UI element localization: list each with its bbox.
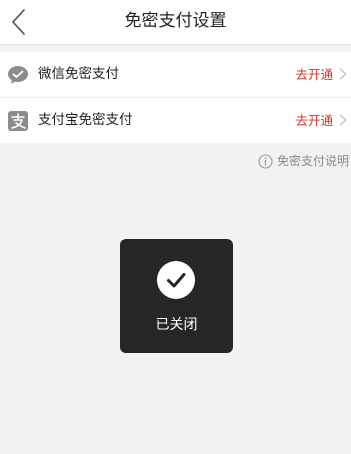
toast: 已关闭: [120, 239, 233, 353]
alipay-enable-link[interactable]: 去开通: [295, 111, 333, 130]
payment-options-list: 微信免密支付 去开通 支付宝免密支付 去开通: [0, 52, 351, 143]
nav-bar: 免密支付设置: [0, 0, 351, 45]
chevron-right-icon: [339, 114, 347, 126]
alipay-icon: [7, 110, 29, 132]
page-title: 免密支付设置: [124, 11, 227, 31]
wechat-pay-row[interactable]: 微信免密支付 去开通: [0, 52, 351, 97]
alipay-label: 支付宝免密支付: [38, 112, 133, 128]
toast-message: 已关闭: [155, 317, 198, 333]
wechat-icon: [7, 64, 29, 86]
password-free-help-link[interactable]: 免密支付说明: [258, 152, 349, 170]
help-text: 免密支付说明: [276, 154, 349, 168]
page: 免密支付设置 微信免密支付 去开通 支付宝免密支付 去开通 免密支付说明 已关闭: [0, 0, 351, 454]
info-icon: [258, 153, 273, 169]
chevron-right-icon: [339, 68, 347, 80]
check-circle-icon: [157, 261, 195, 299]
wechat-pay-label: 微信免密支付: [38, 66, 119, 82]
alipay-row[interactable]: 支付宝免密支付 去开通: [0, 97, 351, 143]
wechat-pay-enable-link[interactable]: 去开通: [295, 65, 333, 84]
